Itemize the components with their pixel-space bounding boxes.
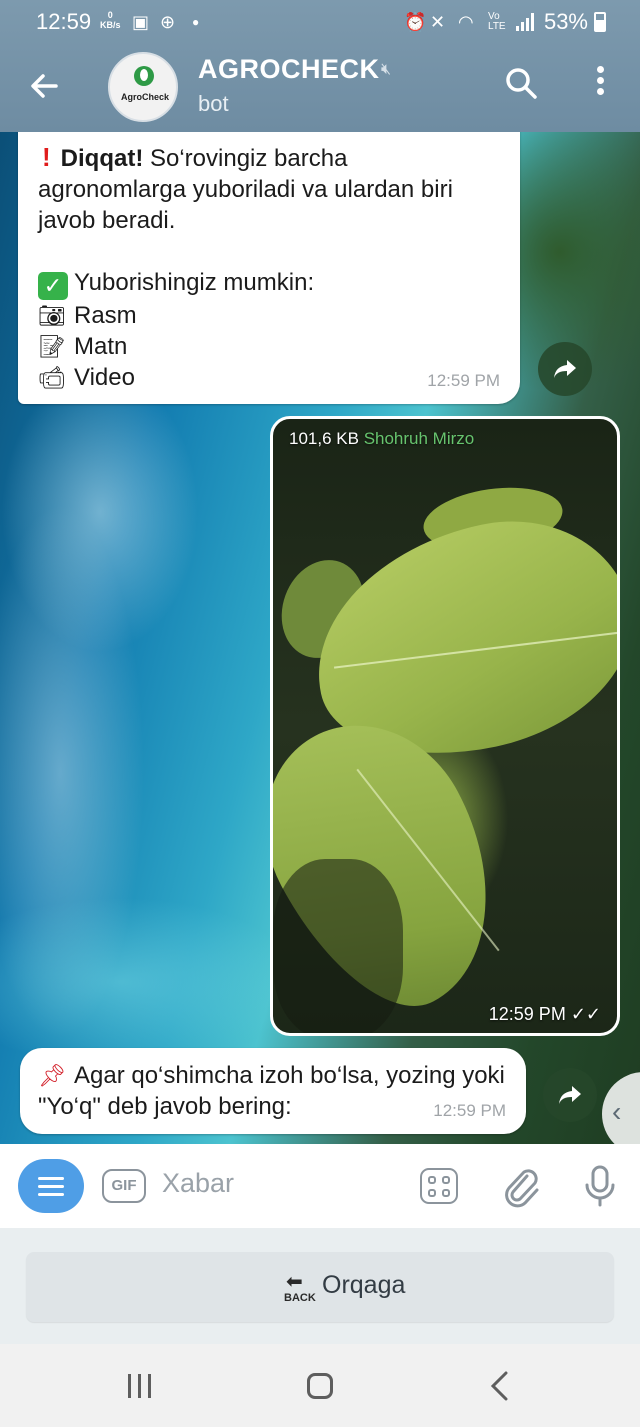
orqaga-label: Orqaga (322, 1271, 406, 1299)
bot-avatar[interactable]: AgroCheck (108, 52, 178, 122)
volte-icon: Vo LTE (488, 11, 506, 32)
chat-title[interactable]: AGROCHECK (198, 54, 380, 85)
battery-percent: 53% (543, 9, 588, 34)
read-check-icon: ✓✓ (570, 1004, 601, 1024)
list-item: 📝︎ Matn (38, 333, 128, 360)
home-icon[interactable] (307, 1373, 333, 1399)
recent-apps-icon[interactable] (128, 1374, 154, 1398)
forward-button[interactable] (543, 1068, 597, 1122)
gallery-icon: ▣ (132, 12, 150, 32)
net-speed: 0 KB/s (100, 10, 121, 30)
signal-icon (516, 13, 536, 31)
camera-icon: 📷︎ (38, 303, 66, 328)
muted-icon: 🔇︎ (381, 61, 392, 78)
avatar-logo-text: AgroCheck (120, 92, 169, 102)
share-arrow-icon (554, 360, 576, 378)
checkmark-icon: ✓ (38, 272, 68, 300)
battery-icon (594, 12, 606, 32)
exclamation-icon: ! (42, 142, 51, 172)
status-bar: 12:59 0 KB/s ▣ ⊕ ● ⏰ ✕ ◠ Vo LTE 53% (0, 0, 640, 44)
scroll-side-button[interactable]: ‹ (602, 1072, 640, 1144)
message-warning: ! Diqqat! So‘rovingiz barcha agronomlarga… (38, 142, 453, 234)
message-bubble-instructions[interactable]: ! Diqqat! So‘rovingiz barcha agronomlarga… (18, 132, 520, 404)
chat-subtitle: bot (198, 91, 229, 116)
message-time: 12:59 PM (427, 371, 500, 390)
alarm-icon: ⏰ (404, 12, 427, 32)
gif-button[interactable]: GIF (102, 1169, 146, 1203)
leaf-logo-icon (134, 66, 154, 86)
list-item: 📷︎ Rasm (38, 302, 137, 329)
orqaga-button[interactable]: ⬅︎ BACK Orqaga (26, 1252, 614, 1322)
search-icon[interactable] (504, 66, 538, 100)
more-options-icon[interactable] (586, 66, 614, 106)
back-emoji-icon: ⬅︎ BACK (284, 1271, 316, 1304)
wifi-icon: ◠ (458, 12, 474, 32)
attach-icon[interactable] (500, 1164, 540, 1208)
photo-meta: 101,6 KB Shohruh Mirzo (289, 429, 474, 449)
photo-time: 12:59 PM ✓✓ (488, 1004, 601, 1024)
message-time: 12:59 PM (433, 1101, 506, 1120)
top-bar: 12:59 0 KB/s ▣ ⊕ ● ⏰ ✕ ◠ Vo LTE 53% AgroCh… (0, 0, 640, 132)
system-back-icon[interactable] (488, 1370, 510, 1410)
dot-icon: ● (192, 15, 200, 29)
status-time: 12:59 (36, 9, 92, 34)
message-input-bar: GIF Xabar (0, 1144, 640, 1228)
video-camera-icon: 📹︎ (38, 365, 66, 390)
message-heading: ✓ Yuborishingiz mumkin: (38, 267, 502, 300)
chevron-left-icon: ‹ (612, 1096, 622, 1127)
back-arrow-icon[interactable] (26, 68, 66, 108)
mute-icon: ✕ (430, 12, 446, 32)
chat-header: AgroCheck AGROCHECK 🔇︎ bot (0, 44, 640, 132)
whatsapp-icon: ⊕ (160, 12, 176, 32)
forward-button[interactable] (538, 342, 592, 396)
bot-menu-button[interactable] (18, 1159, 84, 1213)
chat-area[interactable]: ! Diqqat! So‘rovingiz barcha agronomlarga… (0, 132, 640, 1144)
photo-size: 101,6 KB (289, 429, 359, 448)
share-arrow-icon (559, 1086, 581, 1104)
pushpin-icon: 📌︎ (38, 1063, 66, 1088)
reply-keyboard: ⬅︎ BACK Orqaga (0, 1228, 640, 1344)
photo-message[interactable]: 101,6 KB Shohruh Mirzo 12:59 PM ✓✓ (270, 416, 620, 1036)
system-nav-bar (0, 1344, 640, 1427)
sender-name[interactable]: Shohruh Mirzo (364, 429, 475, 448)
message-input[interactable]: Xabar (162, 1168, 234, 1199)
bot-keyboard-icon[interactable] (420, 1168, 458, 1204)
memo-icon: 📝︎ (38, 334, 66, 359)
message-bubble-question[interactable]: 📌︎ Agar qo‘shimcha izoh bo‘lsa, yozing yo… (20, 1048, 526, 1134)
microphone-icon[interactable] (582, 1164, 618, 1208)
